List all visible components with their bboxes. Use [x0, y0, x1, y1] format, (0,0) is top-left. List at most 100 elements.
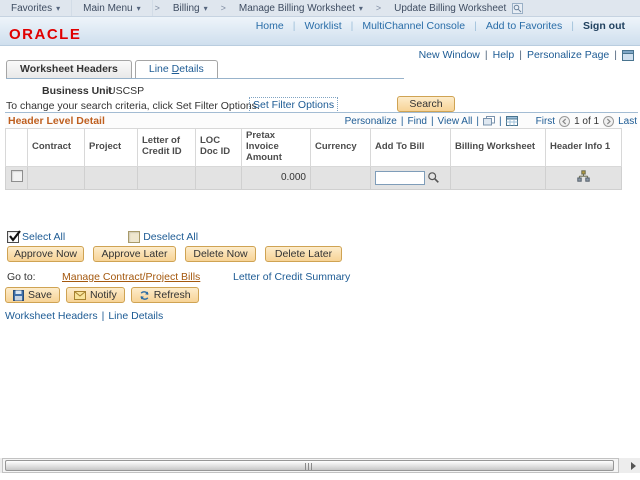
personalize-layout-icon[interactable]: [622, 49, 634, 61]
breadcrumb-separator: >: [375, 3, 382, 13]
tab-label: Worksheet Headers: [20, 63, 118, 75]
select-all-link[interactable]: Select All: [22, 231, 65, 243]
update-billing-worksheet-page: Favorites ▾ Main Menu ▾ > Billing ▾ > Ma…: [0, 0, 640, 480]
multichannel-console-link[interactable]: MultiChannel Console: [353, 20, 474, 32]
personalize-link[interactable]: Personalize: [345, 116, 397, 127]
grid-header-bar: Header Level Detail Personalize | Find |…: [5, 112, 638, 128]
grid-row-position: 1 of 1: [574, 115, 600, 127]
scrollbar-thumb[interactable]: [5, 460, 614, 471]
tab-underline: [6, 78, 404, 79]
business-unit-value: USCSP: [108, 85, 145, 97]
last-link[interactable]: Last: [618, 116, 637, 127]
find-link[interactable]: Find: [407, 116, 426, 127]
first-link[interactable]: First: [536, 116, 555, 127]
deselect-all-item: Deselect All: [128, 231, 198, 243]
breadcrumb-main-menu[interactable]: Main Menu ▾: [72, 0, 153, 16]
project-cell: [84, 165, 138, 190]
next-row-icon[interactable]: [603, 115, 615, 127]
breadcrumb-label: Main Menu: [83, 2, 133, 14]
refresh-button[interactable]: Refresh: [130, 287, 199, 303]
worklist-link[interactable]: Worklist: [295, 20, 350, 32]
tab-worksheet-headers[interactable]: Worksheet Headers: [6, 60, 132, 78]
letter-of-credit-summary-link[interactable]: Letter of Credit Summary: [233, 271, 350, 283]
column-header-billing-worksheet[interactable]: Billing Worksheet: [450, 128, 546, 167]
breadcrumb-separator: >: [154, 3, 160, 13]
goto-label: Go to:: [7, 271, 36, 283]
select-column-header: [5, 128, 28, 167]
chevron-down-icon: ▾: [56, 3, 61, 13]
footer-worksheet-headers-link[interactable]: Worksheet Headers: [5, 310, 98, 322]
column-header-loc-doc-id[interactable]: LOC Doc ID: [195, 128, 242, 167]
column-header-pretax-invoice-amount[interactable]: Pretax Invoice Amount: [241, 128, 311, 167]
footer-line-details-link[interactable]: Line Details: [108, 310, 163, 322]
grid-title: Header Level Detail: [8, 115, 105, 127]
breadcrumb-manage-billing-worksheet[interactable]: Manage Billing Worksheet ▾: [228, 0, 374, 16]
separator: |: [430, 115, 434, 127]
select-all-item: Select All: [7, 230, 65, 243]
breadcrumb-label: Billing: [172, 2, 200, 14]
notify-label: Notify: [89, 289, 117, 301]
set-filter-options-link[interactable]: Set Filter Options: [249, 97, 339, 113]
personalize-page-link[interactable]: Personalize Page: [527, 49, 609, 61]
column-header-currency[interactable]: Currency: [310, 128, 371, 167]
select-all-checkbox[interactable]: [7, 230, 21, 243]
search-button[interactable]: Search: [397, 96, 455, 112]
column-header-project[interactable]: Project: [84, 128, 138, 167]
worksheet-table: Contract Project Letter of Credit ID LOC…: [5, 128, 622, 190]
delete-now-button[interactable]: Delete Now: [185, 246, 256, 262]
scrollbar-right-arrow-icon[interactable]: [631, 462, 636, 470]
chevron-down-icon: ▾: [358, 3, 363, 13]
notify-envelope-icon: [73, 290, 86, 300]
scrollbar-track[interactable]: [2, 458, 619, 473]
contract-cell: [27, 165, 85, 190]
help-link[interactable]: Help: [493, 49, 515, 61]
header-links: Home | Worklist | MultiChannel Console |…: [247, 20, 634, 32]
deselect-all-link[interactable]: Deselect All: [143, 231, 198, 243]
new-window-link[interactable]: New Window: [419, 49, 480, 61]
breadcrumb-label: Favorites: [11, 2, 53, 14]
approve-later-button[interactable]: Approve Later: [93, 246, 176, 262]
column-header-letter-of-credit-id[interactable]: Letter of Credit ID: [137, 128, 196, 167]
business-unit-label: Business Unit: [42, 85, 113, 97]
header-info-drilldown-icon[interactable]: [577, 170, 590, 183]
add-to-bill-input[interactable]: [375, 170, 425, 185]
notify-button[interactable]: Notify: [65, 287, 125, 303]
separator: |: [499, 115, 502, 127]
breadcrumb-search-icon[interactable]: [512, 2, 524, 14]
pretax-invoice-amount-cell: 0.000: [241, 165, 311, 190]
breadcrumb-separator: >: [220, 3, 226, 13]
grid-controls: Personalize | Find | View All | | First: [345, 115, 637, 127]
approve-now-button[interactable]: Approve Now: [7, 246, 84, 262]
column-header-header-info-1[interactable]: Header Info 1: [545, 128, 622, 167]
breadcrumb-billing[interactable]: Billing ▾: [162, 0, 219, 16]
header-info-cell: [545, 165, 622, 190]
header-level-detail-grid: Header Level Detail Personalize | Find |…: [5, 112, 638, 190]
save-button[interactable]: Save: [5, 287, 60, 303]
column-header-add-to-bill[interactable]: Add To Bill: [370, 128, 451, 167]
previous-row-icon[interactable]: [559, 115, 571, 127]
home-link[interactable]: Home: [247, 20, 293, 32]
breadcrumb-label: Manage Billing Worksheet: [238, 2, 355, 14]
refresh-label: Refresh: [153, 289, 191, 301]
lookup-icon[interactable]: [427, 171, 440, 184]
view-all-link[interactable]: View All: [438, 116, 473, 127]
column-header-contract[interactable]: Contract: [27, 128, 85, 167]
manage-contract-project-bills-link[interactable]: Manage Contract/Project Bills: [62, 271, 200, 283]
add-to-favorites-link[interactable]: Add to Favorites: [477, 20, 571, 32]
add-to-bill-cell: [370, 165, 451, 190]
tab-label: Line: [148, 63, 172, 75]
breadcrumb-favorites[interactable]: Favorites ▾: [0, 0, 73, 16]
save-icon: [13, 289, 24, 301]
download-grid-icon[interactable]: [505, 116, 518, 126]
zoom-grid-popout-icon[interactable]: [483, 116, 495, 126]
tab-label: etails: [179, 63, 204, 75]
app-header: Home | Worklist | MultiChannel Console |…: [0, 17, 640, 46]
breadcrumb-update-billing-worksheet[interactable]: Update Billing Worksheet: [383, 0, 534, 16]
delete-later-button[interactable]: Delete Later: [265, 246, 342, 262]
filter-hint-text: To change your search criteria, click Se…: [6, 100, 260, 112]
sign-out-link[interactable]: Sign out: [574, 20, 634, 32]
chevron-down-icon: ▾: [136, 3, 141, 13]
deselect-all-checkbox[interactable]: [128, 231, 141, 243]
row-select-checkbox[interactable]: [10, 170, 23, 183]
tab-line-details[interactable]: Line Details: [134, 60, 218, 78]
